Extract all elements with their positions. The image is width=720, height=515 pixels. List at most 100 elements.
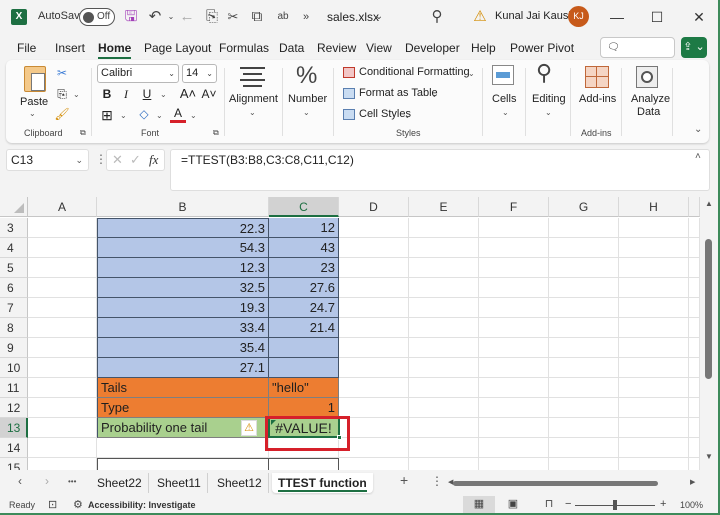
cell-h5[interactable] [619,258,689,278]
row-header-4[interactable]: 4 [0,238,28,258]
more-commands-icon[interactable]: » [297,8,315,26]
cell-g5[interactable] [549,258,619,278]
cut-icon[interactable]: ✂ [224,8,242,26]
cell-d11[interactable] [339,378,409,398]
format-as-table-button[interactable]: Format as Table [359,87,438,99]
cell-i9[interactable] [689,338,700,358]
analyze-data-label[interactable]: Analyze [631,93,670,105]
cell-i3[interactable] [689,218,700,238]
cell-e11[interactable] [409,378,479,398]
scroll-down-icon[interactable]: ▼ [705,452,713,461]
cell-d7[interactable] [339,298,409,318]
cell-c4[interactable]: 43 [269,238,339,258]
vertical-scroll-thumb[interactable] [705,239,712,379]
alignment-icon[interactable] [240,67,265,87]
cell-f9[interactable] [479,338,549,358]
copy-icon[interactable]: ⎘ [203,8,221,26]
column-header-i[interactable] [689,197,700,217]
cell-d12[interactable] [339,398,409,418]
column-header-c[interactable]: C [269,197,339,217]
column-header-g[interactable]: G [549,197,619,217]
cell-h9[interactable] [619,338,689,358]
paste-icon[interactable] [24,66,46,92]
cell-b4[interactable]: 54.3 [97,238,269,258]
cell-f8[interactable] [479,318,549,338]
cell-d3[interactable] [339,218,409,238]
cell-g8[interactable] [549,318,619,338]
cancel-icon[interactable]: ✕ [112,152,123,168]
maximize-button[interactable]: ☐ [646,6,668,28]
cell-i13[interactable] [689,418,700,438]
comments-button[interactable]: 🗨 Comments [600,37,675,72]
cell-e6[interactable] [409,278,479,298]
page-break-preview-button[interactable]: ⊓ [533,496,565,513]
row-header-14[interactable]: 14 [0,438,28,458]
cell-i7[interactable] [689,298,700,318]
row-header-5[interactable]: 5 [0,258,28,278]
row-header-13[interactable]: 13 [0,418,28,438]
warning-icon[interactable]: ⚠ [471,8,489,26]
italic-button[interactable]: I [118,87,134,102]
editing-search-icon[interactable]: ⚲ [536,60,552,86]
close-button[interactable]: ✕ [688,6,710,28]
decrease-font-size-button[interactable]: A˅ [199,87,219,101]
cell-styles-dropdown-icon[interactable]: ⌄ [404,111,411,120]
more-sheets-button[interactable]: ••• [68,477,76,486]
sheet-tab-sheet12[interactable]: Sheet12 [211,473,269,493]
cells-icon[interactable] [492,65,514,85]
cell-e8[interactable] [409,318,479,338]
column-header-d[interactable]: D [339,197,409,217]
cell-a7[interactable] [28,298,97,318]
borders-icon[interactable]: ⊞ [99,107,115,124]
search-icon[interactable]: ⚲ [428,8,446,26]
scroll-right-icon[interactable]: ▶ [690,478,695,486]
tab-home[interactable]: Home [98,41,132,59]
avatar[interactable]: KJ [568,6,589,27]
cell-f7[interactable] [479,298,549,318]
cell-a9[interactable] [28,338,97,358]
cell-a5[interactable] [28,258,97,278]
cell-c10[interactable] [269,358,339,378]
cell-a12[interactable] [28,398,97,418]
cell-b9[interactable]: 35.4 [97,338,269,358]
cell-a8[interactable] [28,318,97,338]
cell-c9[interactable] [269,338,339,358]
cell-i15[interactable] [689,458,700,470]
cell-a10[interactable] [28,358,97,378]
row-header-11[interactable]: 11 [0,378,28,398]
save-icon[interactable]: 🖫 [122,8,140,26]
conditional-formatting-button[interactable]: Conditional Formatting [359,66,470,78]
cell-c6[interactable]: 27.6 [269,278,339,298]
column-header-h[interactable]: H [619,197,689,217]
number-button[interactable]: Number [288,93,327,105]
cell-a11[interactable] [28,378,97,398]
select-all-button[interactable] [0,197,28,217]
insert-function-icon[interactable]: fx [149,152,158,168]
cell-b5[interactable]: 12.3 [97,258,269,278]
cell-a15[interactable] [28,458,97,470]
cell-f12[interactable] [479,398,549,418]
zoom-level[interactable]: 100% [680,500,703,510]
tab-developer[interactable]: Developer [405,41,460,55]
sheet-tab-sheet22[interactable]: Sheet22 [91,473,149,493]
cell-d9[interactable] [339,338,409,358]
cell-h8[interactable] [619,318,689,338]
cells-button[interactable]: Cells [492,93,516,105]
number-dropdown-icon[interactable]: ⌄ [303,108,310,117]
cell-h6[interactable] [619,278,689,298]
spreadsheet-grid[interactable]: A B C D E F G H 3 22.3 12 4 54.3 43 5 12.3 23 6 32.5 27.6 7 1… [0,197,700,470]
clipboard-launcher-icon[interactable]: ⧉ [80,128,86,138]
add-sheet-button[interactable]: + [400,472,408,488]
macro-recording-icon[interactable]: ⊡ [48,498,57,511]
tab-view[interactable]: View [366,41,392,55]
column-header-a[interactable]: A [28,197,97,217]
copy-icon[interactable]: ⎘ [54,87,70,102]
format-as-table-dropdown-icon[interactable]: ⌄ [431,90,438,99]
share-button[interactable]: ⇪ ⌄ [681,37,707,58]
enter-icon[interactable]: ✓ [130,152,141,168]
tab-page-layout[interactable]: Page Layout [144,41,211,55]
filename-chevron-icon[interactable]: ⌄ [370,8,388,26]
cell-e5[interactable] [409,258,479,278]
page-layout-view-button[interactable]: ▣ [497,496,529,513]
analyze-data-label-2[interactable]: Data [637,106,660,118]
